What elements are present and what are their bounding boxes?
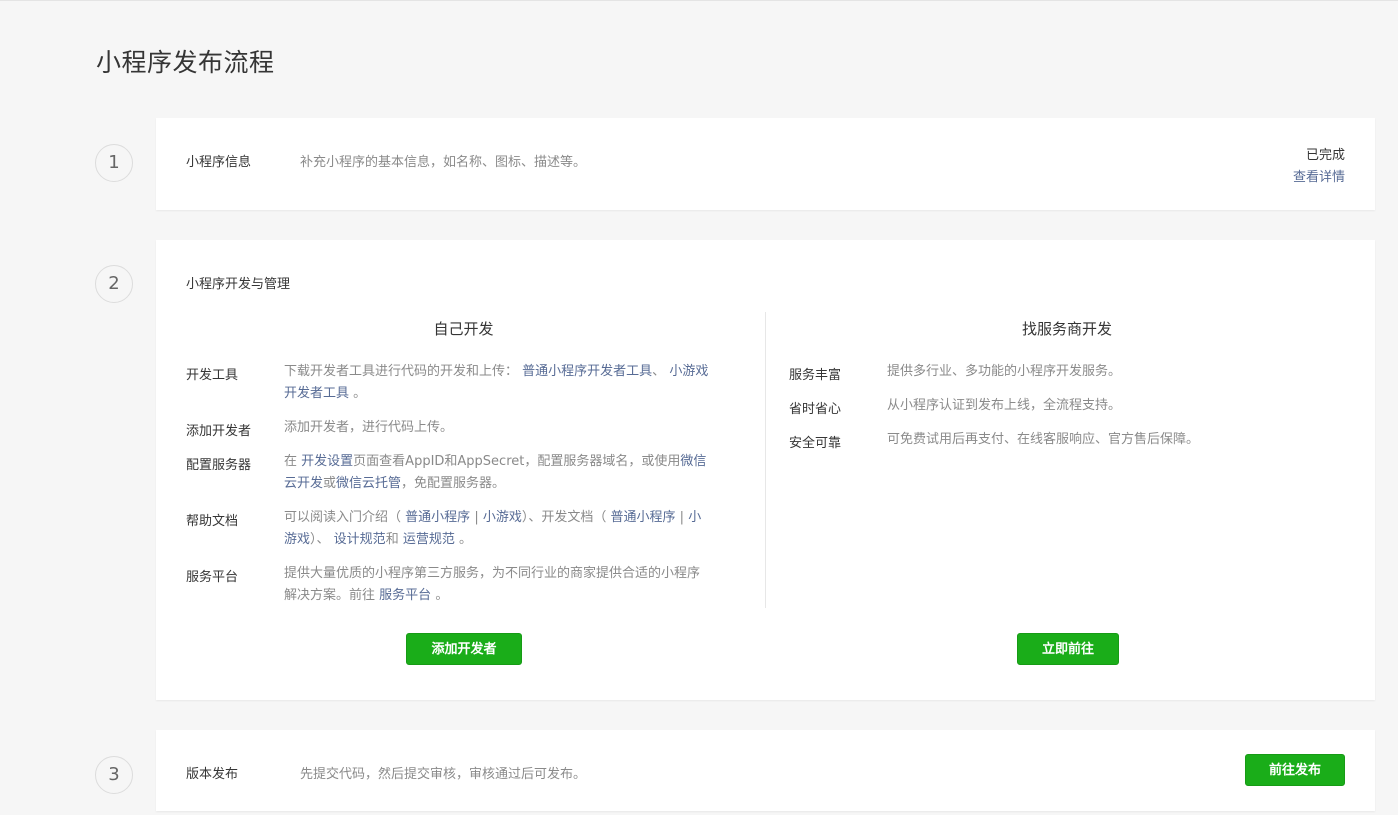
dev-tools-text: 下载开发者工具进行代码的开发和上传： 普通小程序开发者工具、 小游戏 开发者工具 … (284, 364, 709, 401)
go-publish-button[interactable]: 前往发布 (1245, 754, 1345, 786)
step-1-status: 已完成 (1305, 148, 1345, 163)
dev-tools-label: 开发工具 (186, 368, 239, 383)
step-1-label: 小程序信息 (186, 155, 252, 170)
secure-reliable-text: 可免费试用后再支付、在线客服响应、官方售后保障。 (887, 432, 1200, 447)
intro-minigame-link[interactable]: 小游戏 (483, 510, 522, 525)
mini-program-devtools-link[interactable]: 普通小程序开发者工具 (522, 364, 652, 379)
self-dev-title: 自己开发 (433, 320, 494, 338)
go-now-button[interactable]: 立即前往 (1017, 633, 1119, 665)
step-number-2: 2 (95, 265, 133, 303)
add-developer-text: 添加开发者，进行代码上传。 (284, 420, 454, 435)
step-2-card: 小程序开发与管理 自己开发 开发工具 下载开发者工具进行代码的开发和上传： 普通… (156, 240, 1375, 700)
server-config-text: 在 开发设置页面查看AppID和AppSecret，配置服务器域名，或使用微信云… (284, 454, 707, 491)
step-number-3: 3 (95, 756, 133, 794)
add-developer-label: 添加开发者 (186, 424, 252, 439)
server-config-label: 配置服务器 (186, 458, 252, 473)
step-2-label: 小程序开发与管理 (186, 277, 291, 292)
step-3-desc: 先提交代码，然后提交审核，审核通过后可发布。 (300, 767, 587, 782)
column-divider (765, 312, 766, 608)
view-details-link[interactable]: 查看详情 (1293, 166, 1345, 185)
rich-services-label: 服务丰富 (789, 368, 842, 383)
time-saving-label: 省时省心 (789, 402, 842, 417)
add-developer-button[interactable]: 添加开发者 (406, 633, 522, 665)
service-platform-label: 服务平台 (186, 570, 239, 585)
page-title: 小程序发布流程 (96, 48, 275, 77)
step-3-label: 版本发布 (186, 767, 239, 782)
step-1-card: 小程序信息 补充小程序的基本信息，如名称、图标、描述等。 已完成 查看详情 (156, 118, 1375, 210)
dev-settings-link[interactable]: 开发设置 (301, 454, 353, 469)
service-platform-link[interactable]: 服务平台 (379, 588, 431, 603)
operation-guidelines-link[interactable]: 运营规范 (403, 532, 455, 547)
service-platform-text: 提供大量优质的小程序第三方服务，为不同行业的商家提供合适的小程序 解决方案。前往 … (284, 566, 701, 603)
wechat-cloud-hosting-link[interactable]: 微信云托管 (336, 476, 401, 491)
intro-mini-program-link[interactable]: 普通小程序 (405, 510, 470, 525)
vendor-dev-title: 找服务商开发 (1021, 320, 1112, 338)
design-guidelines-link[interactable]: 设计规范 (334, 532, 386, 547)
secure-reliable-label: 安全可靠 (789, 436, 842, 451)
step-number-1: 1 (95, 144, 133, 182)
rich-services-text: 提供多行业、多功能的小程序开发服务。 (887, 364, 1122, 379)
time-saving-text: 从小程序认证到发布上线，全流程支持。 (887, 398, 1122, 413)
help-docs-text: 可以阅读入门介绍（ 普通小程序 | 小游戏）、开发文档（ 普通小程序 | 小游戏… (284, 510, 702, 547)
help-docs-label: 帮助文档 (186, 514, 239, 529)
docs-mini-program-link[interactable]: 普通小程序 (611, 510, 676, 525)
step-3-card: 版本发布 先提交代码，然后提交审核，审核通过后可发布。 前往发布 (156, 730, 1375, 811)
step-1-desc: 补充小程序的基本信息，如名称、图标、描述等。 (300, 155, 587, 170)
